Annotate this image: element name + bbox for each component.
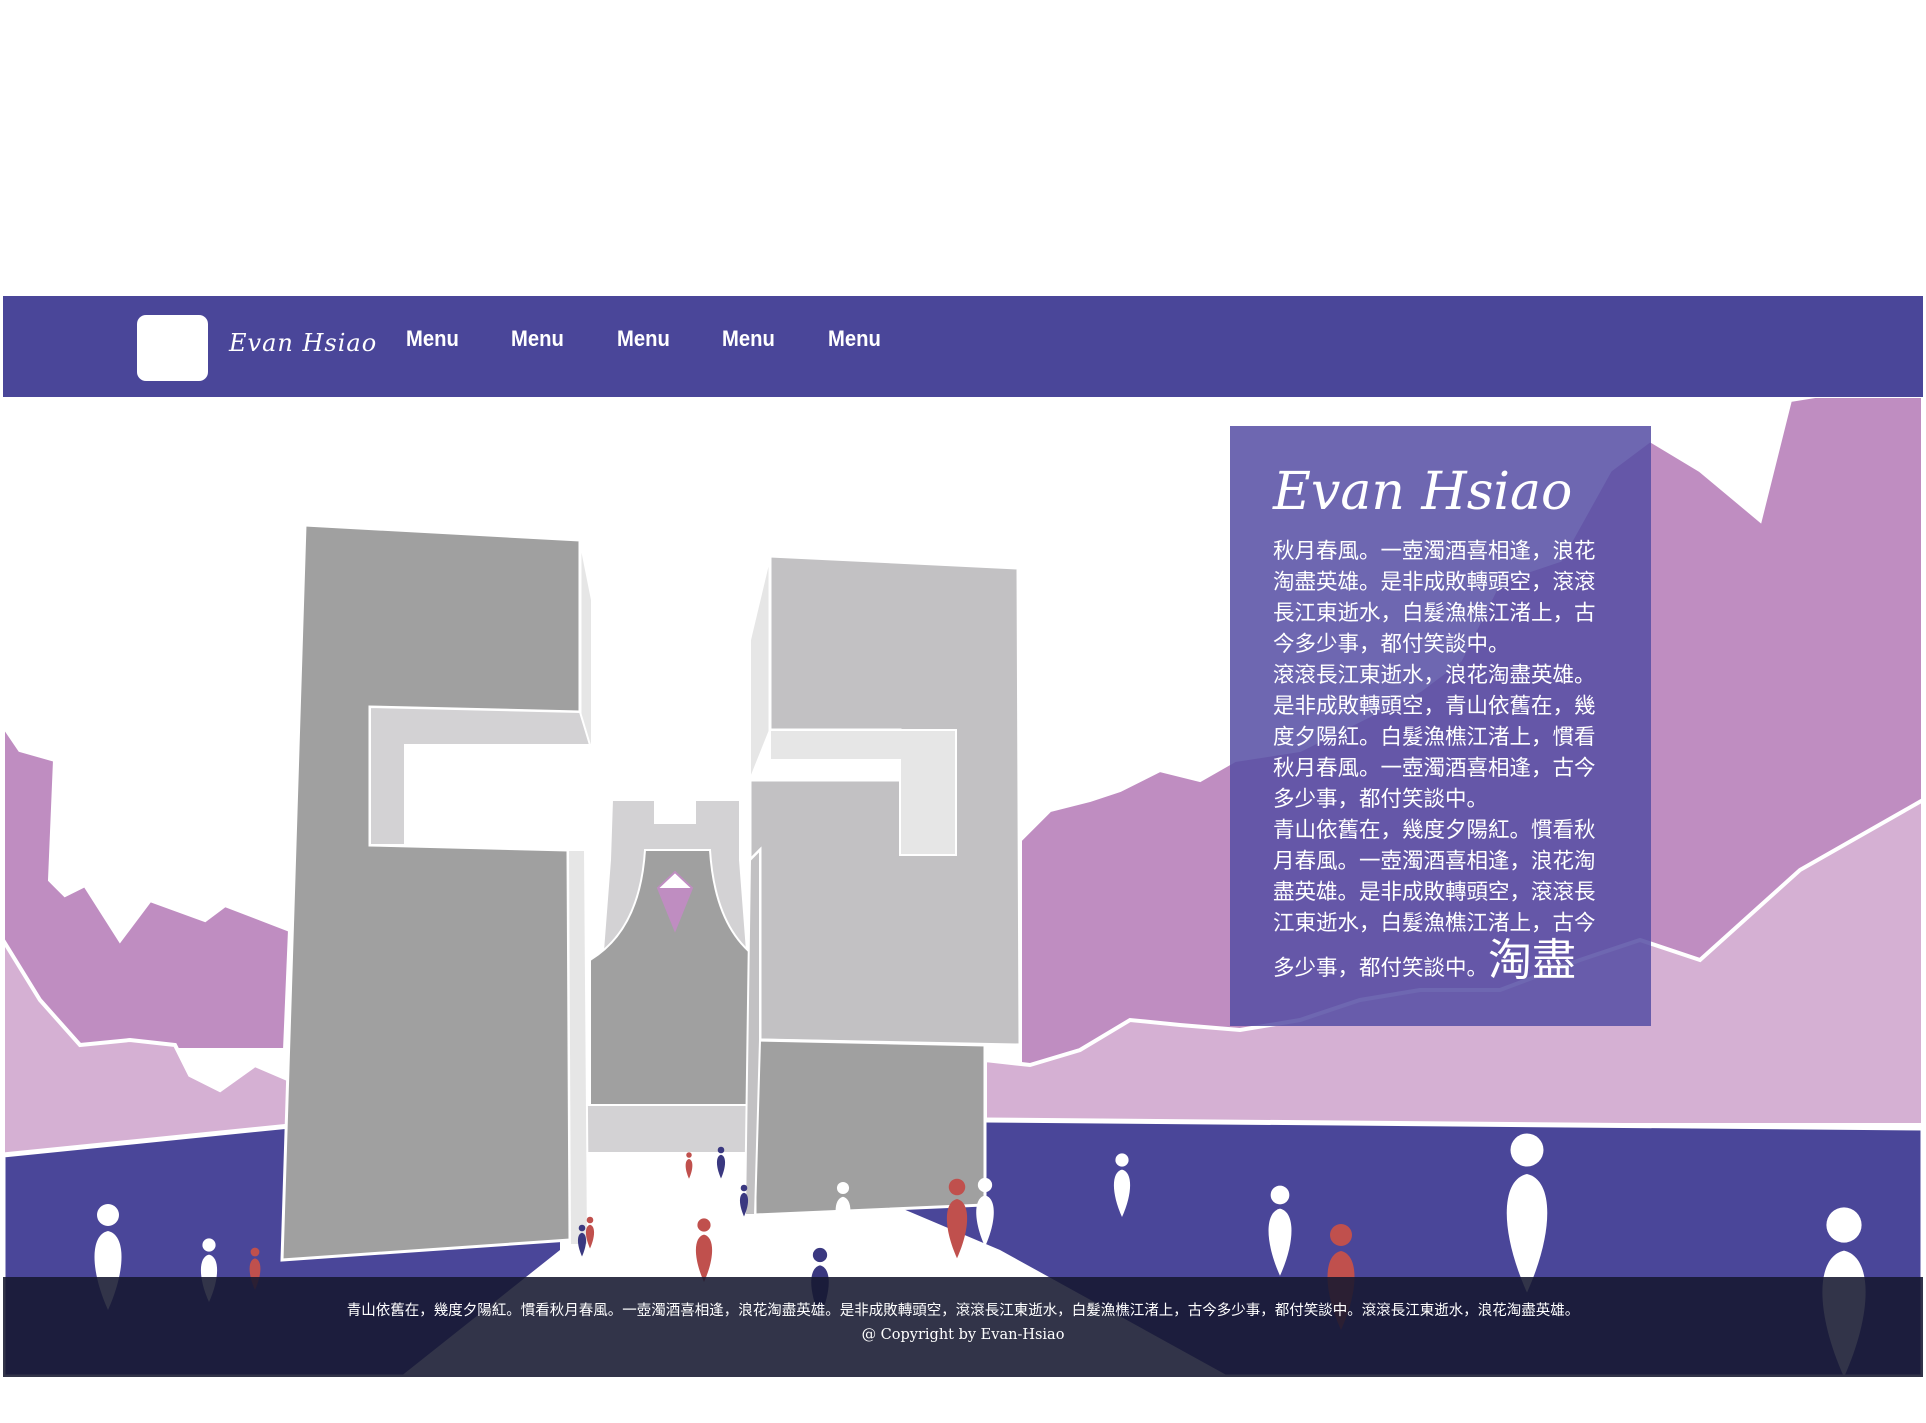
logo-placeholder-icon[interactable] (137, 315, 208, 381)
menu-item-4[interactable]: Menu (722, 326, 775, 352)
menu-item-3[interactable]: Menu (617, 326, 670, 352)
menu-item-1[interactable]: Menu (406, 326, 459, 352)
footer-text: 青山依舊在，幾度夕陽紅。慣看秋月春風。一壺濁酒喜相逢，浪花淘盡英雄。是非成敗轉頭… (346, 1303, 1580, 1319)
left-building-side (579, 539, 593, 746)
right-building-side (749, 555, 771, 781)
menu-item-5[interactable]: Menu (828, 326, 881, 352)
right-building (748, 554, 1022, 1047)
brand-name[interactable]: Evan Hsiao (229, 329, 377, 357)
left-building-inner (369, 705, 592, 846)
top-navbar: Evan Hsiao Menu Menu Menu Menu Menu (3, 296, 1923, 397)
back-mountains (1, 718, 293, 1052)
footer: 青山依舊在，幾度夕陽紅。慣看秋月春風。一壺濁酒喜相逢，浪花淘盡英雄。是非成敗轉頭… (3, 1277, 1923, 1377)
page: Evan Hsiao Menu Menu Menu Menu Menu Evan… (0, 0, 1926, 1423)
intro-emphasis: 淘盡 (1488, 935, 1577, 986)
intro-body-text: 秋月春風。一壺濁酒喜相逢，浪花淘盡英雄。是非成敗轉頭空，滾滾長江東逝水，白髮漁樵… (1273, 539, 1596, 981)
menu-item-2[interactable]: Menu (511, 326, 564, 352)
intro-card: Evan Hsiao 秋月春風。一壺濁酒喜相逢，浪花淘盡英雄。是非成敗轉頭空，滾… (1230, 426, 1651, 1026)
main-menu: Menu Menu Menu Menu Menu (406, 326, 885, 352)
gate-step (584, 1104, 766, 1154)
intro-title: Evan Hsiao (1273, 462, 1573, 522)
footer-copyright: @ Copyright by Evan-Hsiao (861, 1327, 1065, 1343)
intro-body: 秋月春風。一壺濁酒喜相逢，浪花淘盡英雄。是非成敗轉頭空，滾滾長江東逝水，白髮漁樵… (1273, 536, 1607, 984)
left-building (280, 523, 582, 1262)
